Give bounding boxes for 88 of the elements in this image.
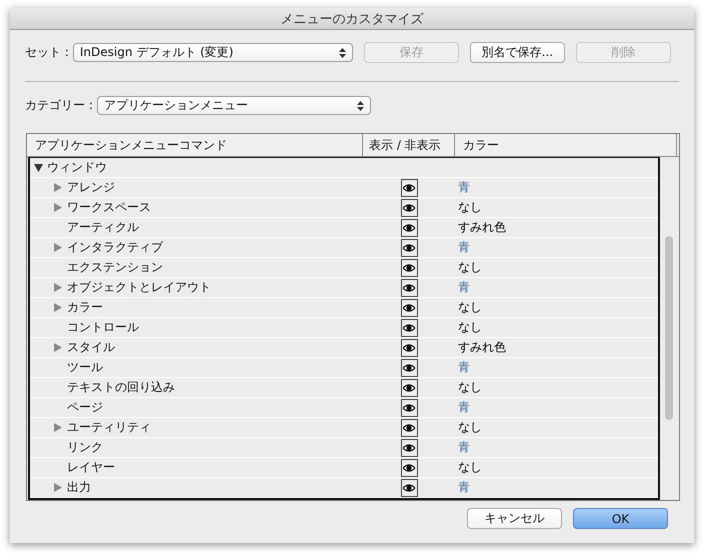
- menu-command[interactable]: アーティクル: [67, 219, 139, 236]
- visibility-toggle[interactable]: [400, 278, 418, 296]
- eye-icon: [403, 424, 415, 432]
- visibility-toggle[interactable]: [400, 338, 418, 356]
- menu-command[interactable]: ツール: [67, 359, 103, 376]
- color-value[interactable]: 青: [458, 239, 470, 256]
- eye-icon: [403, 224, 415, 232]
- menu-command[interactable]: テキストの回り込み: [67, 379, 175, 396]
- eye-icon: [403, 204, 415, 212]
- menu-command[interactable]: コントロール: [67, 319, 139, 336]
- menu-command[interactable]: ページ: [67, 399, 103, 416]
- window-title: メニューのカスタマイズ: [280, 10, 424, 28]
- color-value[interactable]: 青: [458, 179, 470, 196]
- color-value[interactable]: 青: [458, 479, 470, 496]
- color-value[interactable]: 青: [458, 439, 470, 456]
- eye-icon: [403, 184, 415, 192]
- column-header[interactable]: 表示 / 非表示: [363, 134, 455, 156]
- expanded-triangle-icon[interactable]: [34, 164, 43, 172]
- menu-command[interactable]: エクステンション: [67, 259, 163, 276]
- color-value[interactable]: なし: [458, 299, 482, 316]
- eye-icon: [403, 244, 415, 252]
- color-value[interactable]: 青: [458, 399, 470, 416]
- eye-icon: [403, 324, 415, 332]
- color-value[interactable]: なし: [458, 319, 482, 336]
- visibility-toggle[interactable]: [400, 258, 418, 276]
- eye-icon: [403, 284, 415, 292]
- visibility-toggle[interactable]: [400, 198, 418, 216]
- field-label: カテゴリー :: [25, 97, 93, 114]
- visibility-toggle[interactable]: [400, 358, 418, 376]
- visibility-toggle[interactable]: [400, 478, 418, 496]
- menu-command[interactable]: レイヤー: [67, 459, 115, 476]
- color-value[interactable]: なし: [458, 259, 482, 276]
- visibility-toggle[interactable]: [400, 438, 418, 456]
- visibility-toggle[interactable]: [400, 318, 418, 336]
- eye-icon: [403, 264, 415, 272]
- menu-command[interactable]: ワークスペース: [67, 199, 151, 216]
- visibility-toggle[interactable]: [400, 238, 418, 256]
- eye-icon: [403, 444, 415, 452]
- visibility-toggle[interactable]: [400, 378, 418, 396]
- column-header[interactable]: アプリケーションメニューコマンド: [27, 134, 363, 156]
- eye-icon: [403, 344, 415, 352]
- menu-command[interactable]: リンク: [67, 439, 103, 456]
- menu-command[interactable]: インタラクティブ: [67, 239, 163, 256]
- collapsed-triangle-icon[interactable]: [54, 283, 62, 292]
- collapsed-triangle-icon[interactable]: [54, 243, 62, 252]
- collapsed-triangle-icon[interactable]: [54, 183, 62, 192]
- visibility-toggle[interactable]: [400, 398, 418, 416]
- eye-icon: [403, 304, 415, 312]
- scrollbar-thumb[interactable]: [665, 236, 673, 420]
- eye-icon: [403, 404, 415, 412]
- color-value[interactable]: なし: [458, 379, 482, 396]
- color-value[interactable]: なし: [458, 419, 482, 436]
- menu-command[interactable]: ユーティリティ: [67, 419, 151, 436]
- collapsed-triangle-icon[interactable]: [54, 483, 62, 492]
- menu-command[interactable]: カラー: [67, 299, 103, 316]
- color-value[interactable]: なし: [458, 199, 482, 216]
- eye-icon: [403, 364, 415, 372]
- color-value[interactable]: 青: [458, 359, 470, 376]
- menu-command[interactable]: スタイル: [67, 339, 115, 356]
- visibility-toggle[interactable]: [400, 458, 418, 476]
- button[interactable]: 別名で保存...: [470, 42, 565, 63]
- collapsed-triangle-icon[interactable]: [54, 423, 62, 432]
- visibility-toggle[interactable]: [400, 218, 418, 236]
- color-value[interactable]: すみれ色: [458, 219, 506, 236]
- visibility-toggle[interactable]: [400, 298, 418, 316]
- color-value[interactable]: すみれ色: [458, 339, 506, 356]
- eye-icon: [403, 484, 415, 492]
- menu-command[interactable]: アレンジ: [67, 179, 115, 196]
- button[interactable]: キャンセル: [467, 508, 562, 529]
- eye-icon: [403, 464, 415, 472]
- collapsed-triangle-icon[interactable]: [54, 303, 62, 312]
- menu-command[interactable]: 出力: [67, 479, 91, 496]
- menu-command[interactable]: オブジェクトとレイアウト: [67, 279, 211, 296]
- field-label: セット :: [25, 44, 69, 61]
- column-header[interactable]: カラー: [455, 134, 677, 156]
- visibility-toggle[interactable]: [400, 418, 418, 436]
- dropdown[interactable]: アプリケーションメニュー: [96, 96, 371, 115]
- visibility-toggle[interactable]: [400, 178, 418, 196]
- stepper-icon: [338, 48, 346, 58]
- dropdown[interactable]: InDesign デフォルト (変更): [72, 43, 353, 62]
- button[interactable]: OK: [573, 508, 668, 529]
- collapsed-triangle-icon[interactable]: [54, 343, 62, 352]
- eye-icon: [403, 384, 415, 392]
- color-value[interactable]: なし: [458, 459, 482, 476]
- stepper-icon: [356, 100, 364, 110]
- collapsed-triangle-icon[interactable]: [54, 203, 62, 212]
- color-value[interactable]: 青: [458, 279, 470, 296]
- menu-command[interactable]: ウィンドウ: [47, 159, 107, 176]
